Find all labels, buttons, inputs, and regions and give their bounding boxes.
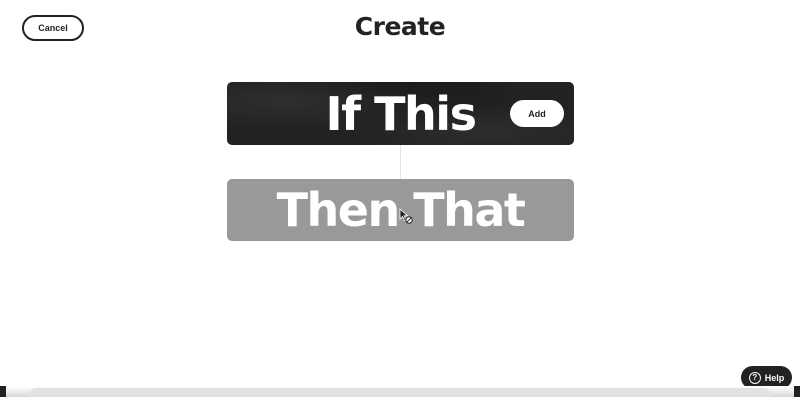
page-title: Create	[354, 12, 446, 41]
add-trigger-button[interactable]: Add	[510, 100, 564, 127]
create-page: Cancel Create If This Add Then That ? He…	[0, 0, 800, 397]
bottom-edge-right-corner	[794, 386, 800, 397]
help-icon: ?	[748, 371, 761, 384]
connector-line	[400, 145, 401, 179]
help-label: Help	[764, 372, 785, 383]
bottom-edge-left-corner	[0, 386, 6, 397]
bottom-edge-panel	[30, 388, 770, 397]
bottom-edge	[0, 386, 800, 397]
if-this-card[interactable]: If This Add	[227, 82, 574, 145]
not-allowed-cursor-icon	[399, 208, 413, 224]
